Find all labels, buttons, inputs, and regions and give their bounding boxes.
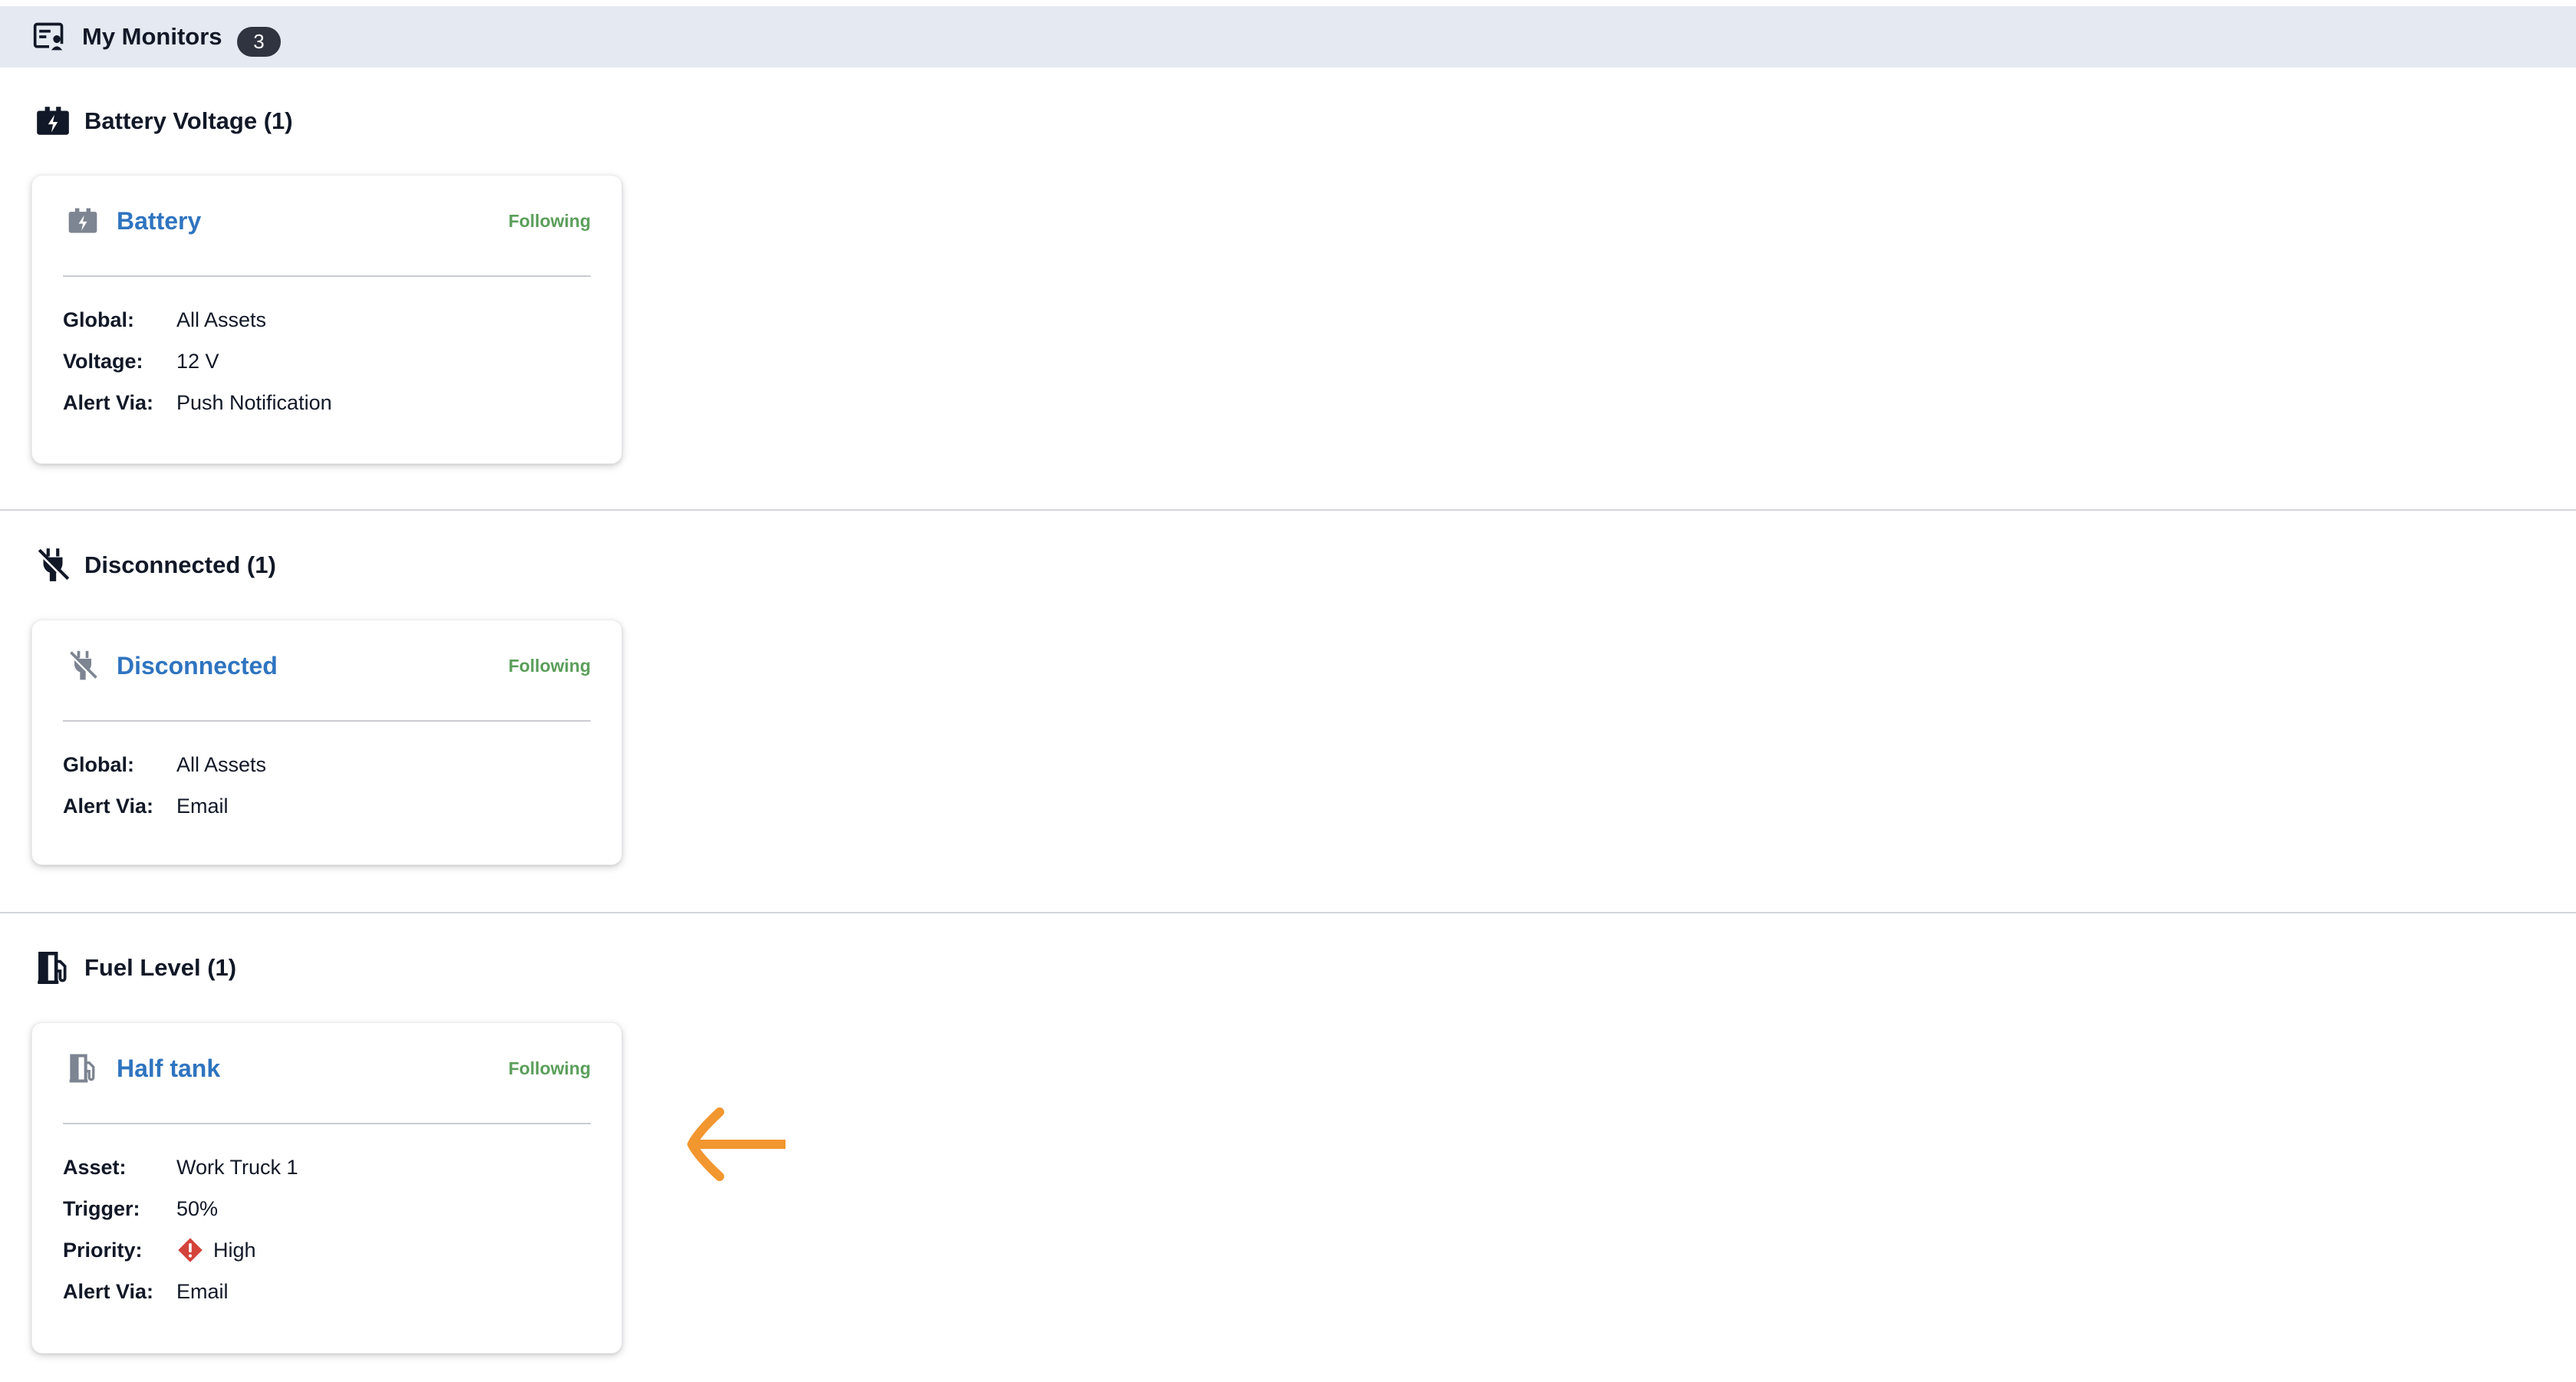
detail-key: Priority:	[63, 1239, 143, 1262]
unplugged-icon	[68, 650, 97, 680]
detail-value: High	[213, 1239, 256, 1262]
detail-key: Trigger:	[63, 1197, 140, 1220]
detail-value-priority: High	[176, 1235, 256, 1265]
detail-key: Voltage:	[63, 350, 143, 373]
section-divider	[0, 509, 2576, 511]
following-status[interactable]: Following	[509, 1051, 591, 1086]
card-divider	[63, 720, 591, 722]
battery-icon	[68, 208, 97, 233]
page-title: My Monitors	[82, 23, 222, 50]
card-divider	[63, 1123, 591, 1124]
page-header: My Monitors 3	[0, 6, 2576, 67]
fuel-pump-icon	[69, 1054, 95, 1083]
card-header: Half tank Following	[63, 1051, 591, 1089]
detail-value: 12 V	[176, 350, 219, 373]
monitor-card-battery[interactable]: Battery Following Global: All Assets Vol…	[31, 175, 622, 464]
section-label: Fuel Level (1)	[84, 954, 237, 981]
detail-key: Global:	[63, 308, 134, 331]
detail-value: All Assets	[176, 308, 267, 331]
detail-key: Alert Via:	[63, 391, 154, 414]
detail-value: Push Notification	[176, 391, 332, 414]
unplugged-icon	[37, 548, 70, 581]
priority-high-icon	[178, 1238, 203, 1262]
detail-key: Alert Via:	[63, 795, 154, 818]
section-header-disconnected: Disconnected (1)	[34, 544, 276, 587]
section-header-fuel-level: Fuel Level (1)	[34, 946, 236, 989]
monitor-title-link[interactable]: Half tank	[117, 1051, 220, 1086]
detail-value: Email	[176, 1280, 229, 1303]
card-header: Disconnected Following	[63, 648, 591, 686]
detail-value: Work Truck 1	[176, 1156, 298, 1179]
monitor-title-link[interactable]: Battery	[117, 203, 201, 239]
detail-key: Asset:	[63, 1156, 127, 1179]
detail-key: Alert Via:	[63, 1280, 154, 1303]
monitor-title-link[interactable]: Disconnected	[117, 648, 278, 683]
battery-icon	[37, 107, 69, 135]
detail-key: Global:	[63, 753, 134, 776]
monitor-count-badge: 3	[237, 27, 281, 57]
detail-value: All Assets	[176, 753, 267, 776]
section-divider	[0, 912, 2576, 913]
monitor-list-icon	[33, 22, 66, 54]
section-header-battery-voltage: Battery Voltage (1)	[34, 100, 293, 143]
monitor-card-half-tank[interactable]: Half tank Following Asset: Work Truck 1 …	[31, 1022, 622, 1354]
following-status[interactable]: Following	[509, 203, 591, 239]
monitor-card-disconnected[interactable]: Disconnected Following Global: All Asset…	[31, 620, 622, 865]
card-header: Battery Following	[63, 203, 591, 242]
detail-value: Email	[176, 795, 229, 818]
following-status[interactable]: Following	[509, 648, 591, 683]
section-label: Battery Voltage (1)	[84, 107, 293, 134]
card-divider	[63, 275, 591, 277]
fuel-pump-icon	[38, 951, 67, 985]
section-label: Disconnected (1)	[84, 551, 276, 578]
arrow-left-icon	[687, 1107, 786, 1181]
my-monitors-page: My Monitors 3 Battery Voltage (1) Batter…	[0, 0, 2576, 1382]
detail-value: 50%	[176, 1197, 219, 1220]
